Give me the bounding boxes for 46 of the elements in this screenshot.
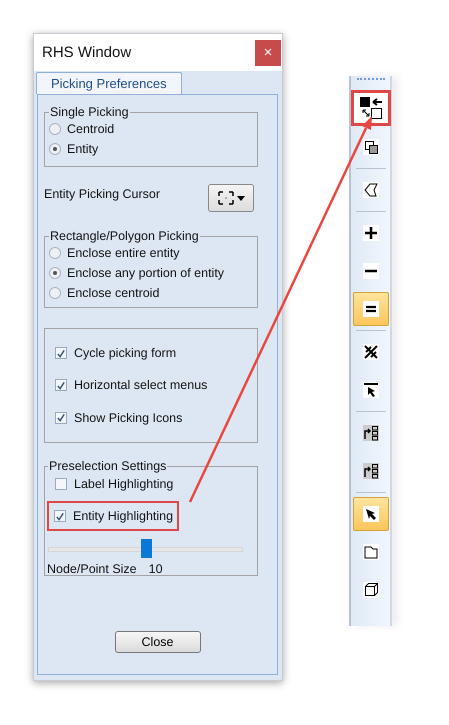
checkbox[interactable]: [55, 379, 67, 392]
cursor-icon: [216, 190, 246, 206]
stacked-squares-icon: [362, 139, 378, 155]
group-title: Single Picking: [49, 105, 130, 119]
option-label: Cycle picking form: [74, 346, 176, 360]
option-label: Enclose entire entity: [67, 246, 180, 260]
radio-button[interactable]: [49, 287, 61, 299]
checkbox[interactable]: [55, 347, 67, 360]
cursor-dropdown[interactable]: [208, 184, 254, 212]
radio-button[interactable]: [49, 267, 61, 279]
slider-label: Node/Point Size: [47, 562, 137, 576]
tab[interactable]: Picking Preferences: [36, 72, 182, 94]
checkbox[interactable]: [55, 478, 67, 490]
slider-value: 10: [148, 562, 163, 576]
toolbar-button[interactable]: [350, 90, 390, 126]
close-button[interactable]: Close: [114, 631, 200, 653]
radio-button[interactable]: [49, 247, 61, 259]
swap-shapes-icon: [358, 96, 382, 120]
option-label: Show Picking Icons: [74, 410, 182, 425]
filter-cursor-icon: [362, 382, 378, 398]
radio-button[interactable]: [49, 123, 61, 135]
option-label: Entity: [67, 142, 98, 156]
cube-icon: [362, 582, 378, 598]
list-arrow-icon: [362, 425, 378, 441]
option-label: Enclose any portion of entity: [67, 266, 224, 280]
field-label: Entity Picking Cursor: [44, 187, 160, 201]
toolbar-button[interactable]: [352, 292, 388, 326]
toolbar-grip[interactable]: [356, 78, 384, 83]
checkbox[interactable]: [54, 510, 66, 522]
minus-icon: [362, 263, 378, 279]
list-arrow-icon: [362, 463, 378, 479]
crossed-tools-icon: [362, 344, 378, 360]
plus-icon: [362, 225, 378, 241]
option-label: Enclose centroid: [67, 286, 160, 300]
option-label: Centroid: [67, 122, 114, 136]
slider-thumb[interactable]: [140, 539, 152, 558]
toolbar-button[interactable]: [352, 497, 388, 531]
close-button[interactable]: ×: [255, 40, 281, 66]
group-title: Rectangle/Polygon Picking: [49, 229, 200, 243]
option-label: Label Highlighting: [74, 477, 174, 491]
radio-button[interactable]: [49, 143, 61, 155]
option-label: Horizontal select menus: [74, 378, 208, 392]
window-title: RHS Window: [42, 44, 132, 61]
option-label: Entity Highlighting: [73, 509, 174, 523]
checkbox[interactable]: [55, 412, 67, 424]
group-title: Preselection Settings: [48, 459, 168, 473]
